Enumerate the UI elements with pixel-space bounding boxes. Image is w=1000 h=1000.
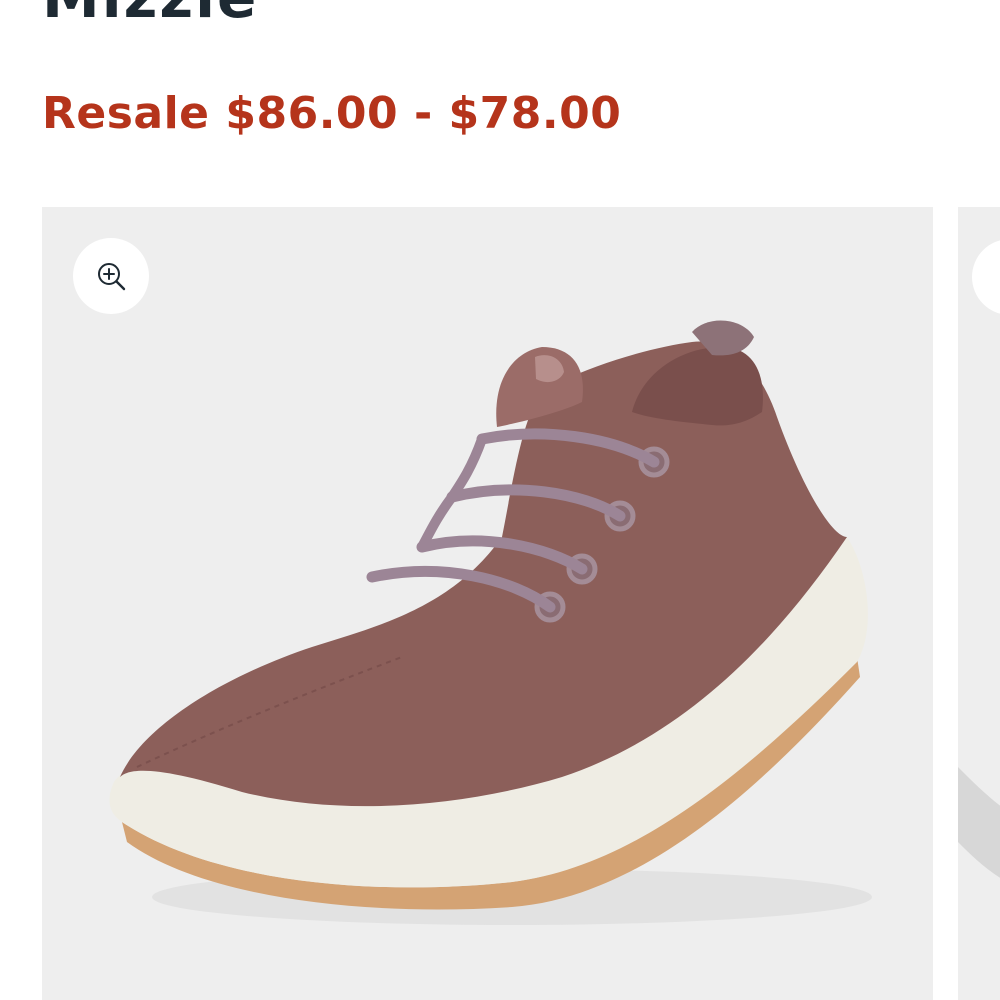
shoe-image — [109, 320, 872, 925]
price-range: Resale $86.00 - $78.00 — [42, 88, 622, 139]
product-page: Mizzle Resale $86.00 - $78.00 — [0, 0, 1000, 1000]
zoom-in-icon — [98, 263, 126, 291]
product-image-gallery[interactable] — [42, 207, 1000, 1000]
product-title: Mizzle — [42, 0, 258, 32]
product-image-main[interactable] — [42, 207, 933, 1000]
next-image-preview — [958, 240, 1000, 878]
zoom-button[interactable] — [73, 238, 149, 314]
product-image-next[interactable] — [958, 207, 1000, 1000]
